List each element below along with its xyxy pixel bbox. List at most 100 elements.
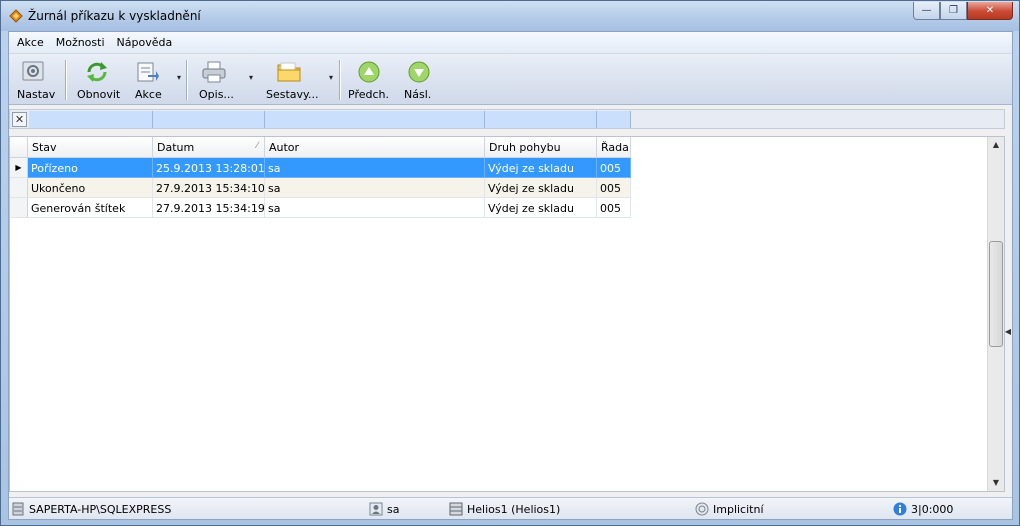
filter-rada[interactable]: [597, 111, 631, 128]
column-header-stav[interactable]: Stav: [28, 137, 153, 158]
current-row-icon: ▶: [10, 158, 28, 178]
app-window: Žurnál příkazu k vyskladnění — ❐ ✕ Akce …: [0, 0, 1020, 526]
cell-druh-pohybu[interactable]: Výdej ze skladu: [485, 158, 597, 178]
user-icon: [369, 502, 383, 516]
info-icon: [893, 502, 907, 516]
toolbar-separator: [65, 60, 66, 100]
column-header-datum-label: Datum: [157, 141, 195, 154]
menu-bar: Akce Možnosti Nápověda: [9, 32, 1012, 54]
next-label: Násl.: [404, 88, 432, 101]
toolbar-separator: [186, 60, 187, 100]
cell-stav[interactable]: Pořízeno: [28, 158, 153, 178]
user-name: sa: [387, 502, 400, 516]
sort-indicator-icon: ⁄: [256, 141, 258, 151]
menu-moznosti[interactable]: Možnosti: [50, 34, 111, 51]
cell-stav[interactable]: Ukončeno: [28, 178, 153, 198]
next-button[interactable]: Násl.: [399, 54, 439, 105]
reports-label: Sestavy...: [266, 88, 319, 101]
status-info: 3|0:000: [893, 498, 953, 520]
table-row[interactable]: Generován štítek 27.9.2013 15:34:19 sa V…: [10, 198, 631, 218]
database-name: Helios1 (Helios1): [467, 502, 561, 516]
server-icon: [12, 502, 24, 516]
refresh-icon: [87, 62, 107, 82]
window-controls: — ❐ ✕: [913, 2, 1013, 20]
maximize-button[interactable]: ❐: [940, 2, 967, 20]
filter-datum[interactable]: [153, 111, 265, 128]
cell-druh-pohybu[interactable]: Výdej ze skladu: [485, 198, 597, 218]
cell-datum[interactable]: 25.9.2013 13:28:01: [153, 158, 265, 178]
clear-filter-button[interactable]: ✕: [12, 112, 27, 127]
close-button[interactable]: ✕: [967, 2, 1013, 20]
minimize-button[interactable]: —: [913, 2, 940, 20]
vertical-scrollbar[interactable]: ▲ ▼: [987, 137, 1004, 491]
splitter-collapse-icon[interactable]: ◀: [1004, 324, 1012, 340]
database-icon: [449, 502, 463, 516]
status-bar: SAPERTA-HP\SQLEXPRESS sa Helios1 (Helios…: [9, 497, 1012, 519]
scroll-down-icon[interactable]: ▼: [988, 475, 1004, 491]
settings-button[interactable]: Nastav: [12, 54, 56, 105]
grid-corner: [10, 137, 28, 158]
reports-button[interactable]: Sestavy... ▾: [261, 54, 335, 105]
actions-icon: [137, 62, 159, 82]
previous-label: Předch.: [348, 88, 389, 101]
cell-autor[interactable]: sa: [265, 178, 485, 198]
column-header-rada[interactable]: Řada: [597, 137, 631, 158]
cell-autor[interactable]: sa: [265, 198, 485, 218]
profile-icon: [695, 502, 709, 516]
column-header-druh-pohybu[interactable]: Druh pohybu: [485, 137, 597, 158]
window-title: Žurnál příkazu k vyskladnění: [28, 9, 201, 23]
settings-icon: [22, 61, 44, 81]
cell-autor[interactable]: sa: [265, 158, 485, 178]
status-user: sa: [369, 498, 399, 520]
cell-stav[interactable]: Generován štítek: [28, 198, 153, 218]
arrow-down-icon: [408, 61, 430, 83]
cell-druh-pohybu[interactable]: Výdej ze skladu: [485, 178, 597, 198]
data-grid: Stav Datum ⁄ Autor Druh pohybu Řada ▶ Po…: [9, 136, 1005, 492]
scroll-thumb[interactable]: [989, 241, 1003, 347]
table-row[interactable]: ▶ Pořízeno 25.9.2013 13:28:01 sa Výdej z…: [10, 158, 631, 178]
window-client: Akce Možnosti Nápověda Nastav Obnovit Ak…: [8, 31, 1013, 520]
column-header-autor[interactable]: Autor: [265, 137, 485, 158]
status-database: Helios1 (Helios1): [449, 498, 560, 520]
printer-icon: [202, 61, 226, 83]
print-button[interactable]: Opis... ▾: [195, 54, 255, 105]
title-bar[interactable]: Žurnál příkazu k vyskladnění — ❐ ✕: [1, 1, 1019, 31]
cell-rada[interactable]: 005: [597, 178, 631, 198]
scroll-up-icon[interactable]: ▲: [988, 137, 1004, 153]
refresh-button[interactable]: Obnovit: [73, 54, 123, 105]
table-row[interactable]: Ukončeno 27.9.2013 15:34:10 sa Výdej ze …: [10, 178, 631, 198]
grid-header: Stav Datum ⁄ Autor Druh pohybu Řada: [10, 137, 1004, 158]
filter-row: ✕: [9, 109, 1005, 129]
profile-name: Implicitní: [713, 502, 764, 516]
previous-button[interactable]: Předch.: [346, 54, 392, 105]
app-icon: [9, 9, 23, 23]
cell-rada[interactable]: 005: [597, 198, 631, 218]
actions-dropdown-icon[interactable]: ▾: [177, 73, 181, 82]
reports-dropdown-icon[interactable]: ▾: [329, 73, 333, 82]
folder-icon: [277, 62, 301, 82]
menu-akce[interactable]: Akce: [11, 34, 50, 51]
actions-button[interactable]: Akce ▾: [131, 54, 183, 105]
status-server: SAPERTA-HP\SQLEXPRESS: [11, 498, 171, 520]
column-header-datum[interactable]: Datum ⁄: [153, 137, 265, 158]
cell-rada[interactable]: 005: [597, 158, 631, 178]
toolbar-separator: [339, 60, 340, 100]
menu-napoveda[interactable]: Nápověda: [111, 34, 179, 51]
print-label: Opis...: [199, 88, 234, 101]
server-name: SAPERTA-HP\SQLEXPRESS: [29, 502, 172, 516]
cell-datum[interactable]: 27.9.2013 15:34:10: [153, 178, 265, 198]
actions-label: Akce: [135, 88, 162, 101]
row-header[interactable]: [10, 178, 28, 198]
info-value: 3|0:000: [911, 502, 954, 516]
row-header[interactable]: [10, 198, 28, 218]
print-dropdown-icon[interactable]: ▾: [249, 73, 253, 82]
toolbar: Nastav Obnovit Akce ▾ Opis... ▾ Sestavy.…: [9, 54, 1012, 105]
filter-stav[interactable]: [29, 111, 153, 128]
refresh-label: Obnovit: [77, 88, 121, 101]
arrow-up-icon: [358, 61, 380, 83]
settings-label: Nastav: [17, 88, 56, 101]
filter-druh-pohybu[interactable]: [485, 111, 597, 128]
cell-datum[interactable]: 27.9.2013 15:34:19: [153, 198, 265, 218]
filter-autor[interactable]: [265, 111, 485, 128]
status-profile: Implicitní: [695, 498, 764, 520]
